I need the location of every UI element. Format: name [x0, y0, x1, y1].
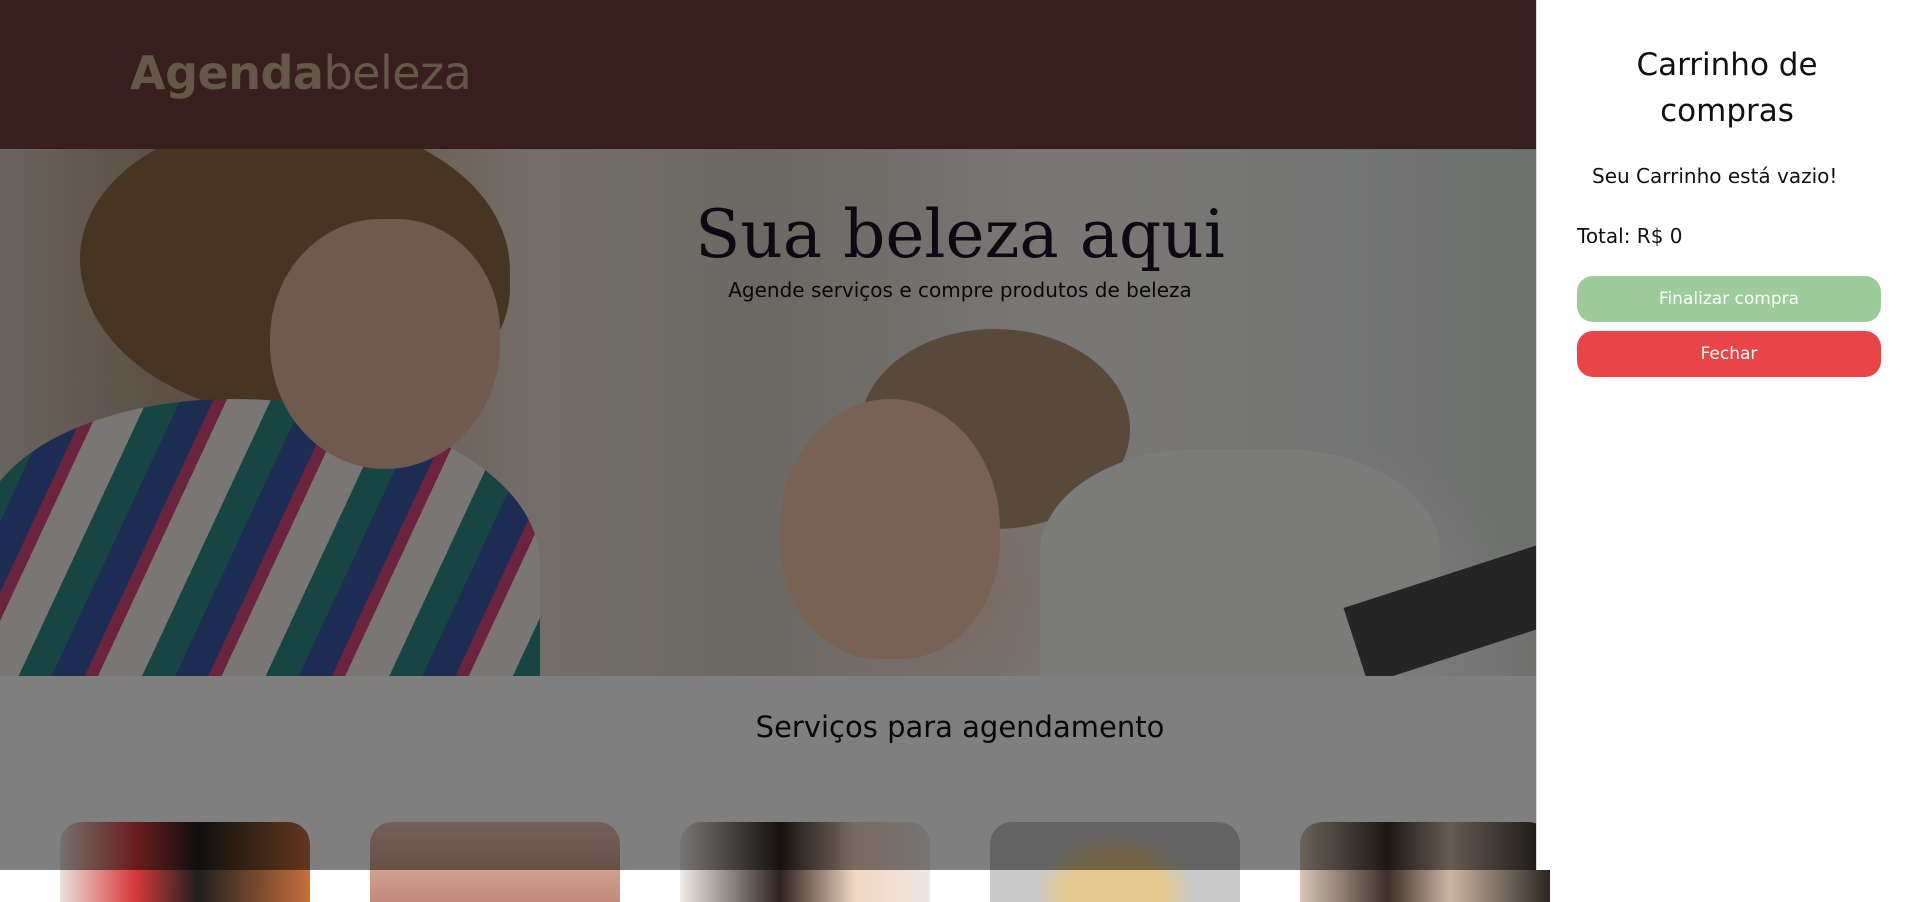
modal-backdrop[interactable]: [0, 0, 1536, 870]
cart-title: Carrinho de compras: [1636, 47, 1818, 129]
page: Agendabeleza Sua beleza aqui Agende serv…: [0, 0, 1905, 902]
cart-total: Total: R$ 0: [1577, 224, 1683, 248]
finalize-purchase-button[interactable]: Finalizar compra: [1577, 276, 1881, 322]
close-cart-button[interactable]: Fechar: [1577, 331, 1881, 377]
cart-empty-message: Seu Carrinho está vazio!: [1592, 164, 1838, 188]
cart-drawer: Carrinho de compras Seu Carrinho está va…: [1536, 0, 1905, 870]
